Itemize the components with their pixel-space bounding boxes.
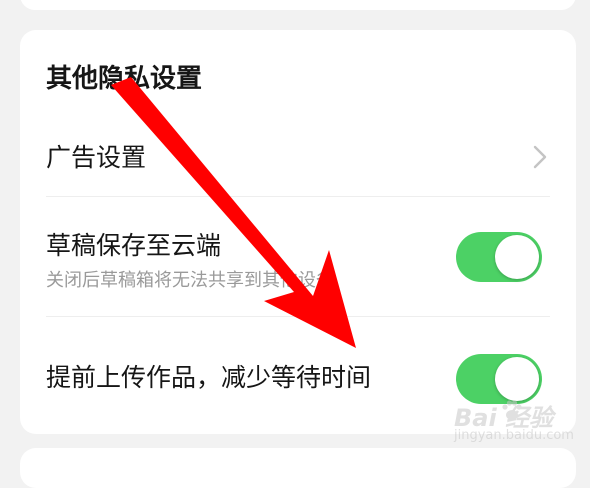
next-settings-card [20, 448, 576, 488]
divider [46, 316, 550, 317]
pre-upload-label: 提前上传作品，减少等待时间 [46, 363, 372, 392]
ad-settings-row[interactable]: 广告设置 [20, 118, 576, 196]
toggle-knob [495, 235, 539, 279]
privacy-settings-card: 其他隐私设置 广告设置 草稿保存至云端 关闭后草稿箱将无法共享到其他设备 提前上… [20, 30, 576, 434]
paw-icon [502, 400, 522, 420]
ad-settings-label: 广告设置 [46, 143, 147, 172]
previous-settings-card [20, 0, 576, 10]
cloud-drafts-toggle[interactable] [456, 232, 542, 282]
divider [46, 196, 550, 197]
baidu-jingyan-watermark: Bai 经验 jingyan.baidu.com [448, 394, 584, 454]
section-title: 其他隐私设置 [46, 64, 203, 94]
cloud-drafts-description: 关闭后草稿箱将无法共享到其他设备 [46, 270, 334, 291]
watermark-url: jingyan.baidu.com [454, 428, 574, 443]
cloud-drafts-row: 草稿保存至云端 关闭后草稿箱将无法共享到其他设备 [20, 196, 576, 316]
cloud-drafts-label: 草稿保存至云端 [46, 231, 222, 260]
chevron-right-icon [533, 145, 547, 169]
